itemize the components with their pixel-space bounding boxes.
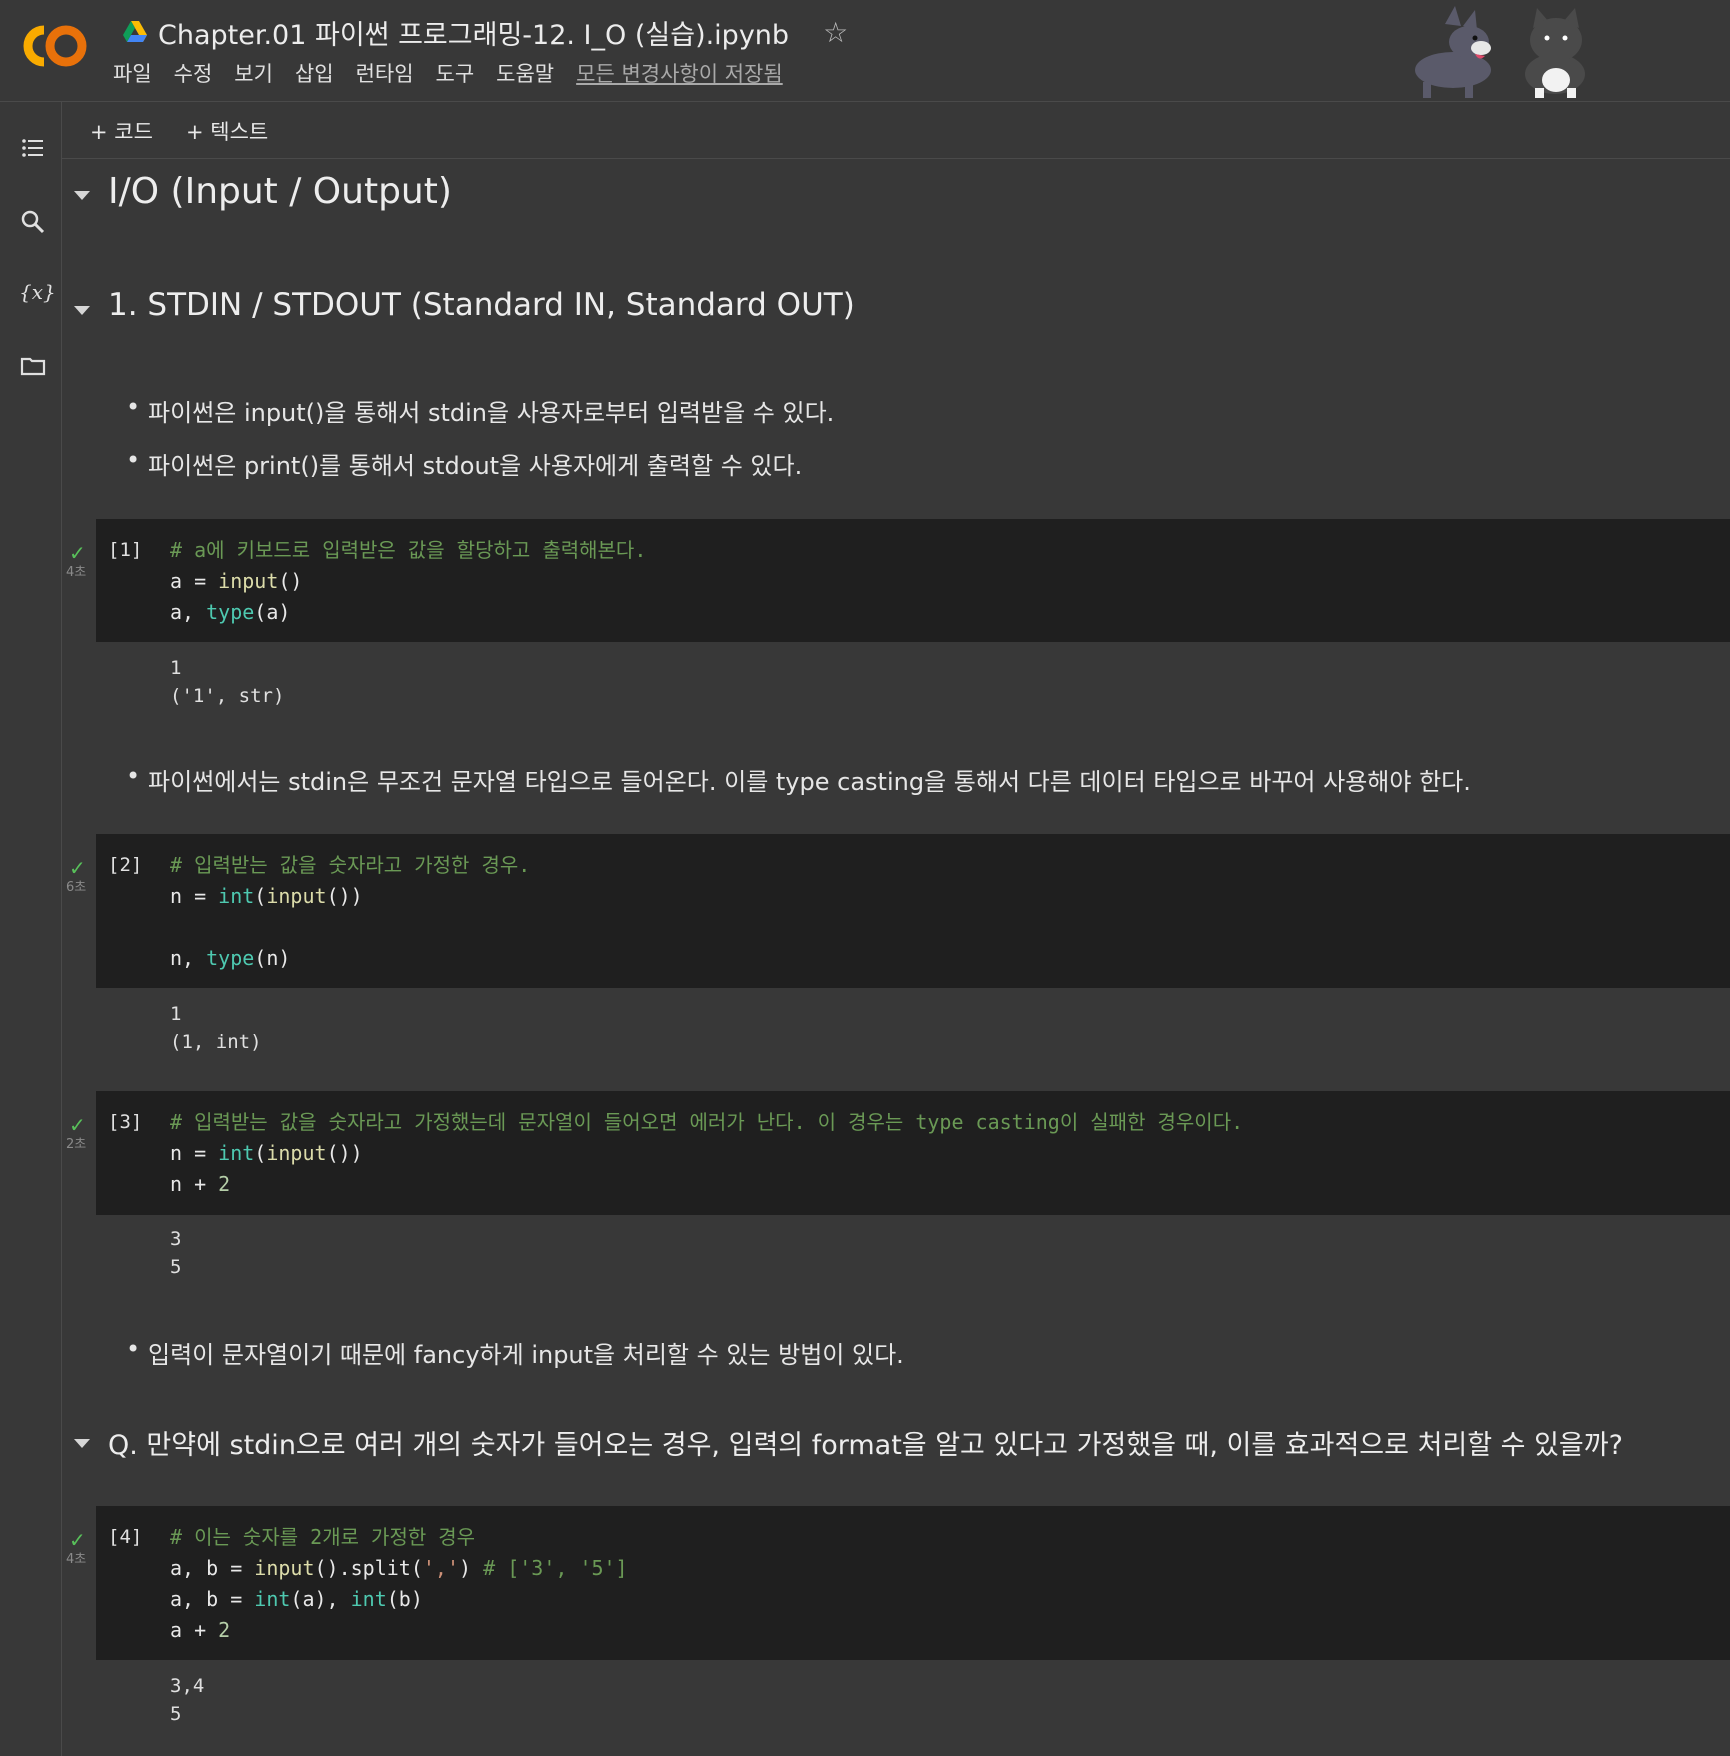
title-row: Chapter.01 파이썬 프로그래밍-12. I_O (실습).ipynb … bbox=[122, 12, 848, 52]
bullet-text: 파이썬에서는 stdin은 무조건 문자열 타입으로 들어온다. 이를 type… bbox=[126, 762, 1471, 797]
output-line: 3,4 bbox=[170, 1675, 205, 1697]
collapse-caret-icon[interactable] bbox=[74, 1439, 90, 1448]
add-text-button[interactable]: + 텍스트 bbox=[186, 116, 268, 146]
output-line: ('1', str) bbox=[170, 685, 285, 707]
section-heading: 1. STDIN / STDOUT (Standard IN, Standard… bbox=[108, 287, 855, 323]
variables-icon[interactable]: {x} bbox=[19, 280, 56, 308]
drive-icon bbox=[123, 21, 147, 42]
run-duration: 6초 bbox=[66, 880, 87, 895]
output-line: (1, int) bbox=[170, 1031, 262, 1053]
cell-output: 3 5 bbox=[170, 1225, 181, 1281]
folder-icon[interactable] bbox=[19, 352, 47, 380]
execution-count[interactable]: [3] bbox=[108, 1111, 142, 1133]
saved-status[interactable]: 모든 변경사항이 저장됨 bbox=[576, 58, 783, 88]
menu-runtime[interactable]: 런타임 bbox=[356, 58, 414, 88]
star-icon[interactable]: ☆ bbox=[823, 16, 848, 49]
code-editor[interactable]: # a에 키보드로 입력받은 값을 할당하고 출력해본다. a = input(… bbox=[170, 535, 646, 628]
run-duration: 4초 bbox=[66, 1552, 87, 1567]
code-comment: # 입력받는 값을 숫자라고 가정한 경우. bbox=[170, 853, 531, 877]
code-comment: # 이는 숫자를 2개로 가정한 경우 bbox=[170, 1525, 476, 1549]
add-code-button[interactable]: + 코드 bbox=[90, 116, 153, 146]
cell-toolbar: + 코드 + 텍스트 bbox=[62, 102, 1730, 159]
menu-view[interactable]: 보기 bbox=[234, 58, 273, 88]
collapse-caret-icon[interactable] bbox=[74, 191, 90, 200]
output-line: 5 bbox=[170, 1256, 182, 1278]
output-line: 1 bbox=[170, 657, 182, 679]
bullet-text: 파이썬은 print()를 통해서 stdout을 사용자에게 출력할 수 있다… bbox=[126, 446, 802, 481]
code-editor[interactable]: # 이는 숫자를 2개로 가정한 경우 a, b = input().split… bbox=[170, 1522, 628, 1646]
run-duration: 2초 bbox=[66, 1137, 87, 1152]
code-comment: # ['3', '5'] bbox=[483, 1556, 628, 1580]
execution-count[interactable]: [4] bbox=[108, 1526, 142, 1548]
search-icon[interactable] bbox=[19, 208, 47, 236]
code-cell[interactable]: ✓ 4초 [1] # a에 키보드로 입력받은 값을 할당하고 출력해본다. a… bbox=[66, 519, 1730, 642]
code-comment: # 입력받는 값을 숫자라고 가정했는데 문자열이 들어오면 에러가 난다. 이… bbox=[170, 1110, 1244, 1134]
menu-insert[interactable]: 삽입 bbox=[295, 58, 334, 88]
code-cell[interactable]: ✓ 4초 [4] # 이는 숫자를 2개로 가정한 경우 a, b = inpu… bbox=[66, 1506, 1730, 1660]
corgi-kitty-mascot bbox=[1415, 6, 1585, 98]
notebook-title[interactable]: Chapter.01 파이썬 프로그래밍-12. I_O (실습).ipynb bbox=[158, 13, 789, 52]
menu-edit[interactable]: 수정 bbox=[174, 58, 213, 88]
section-heading: Q. 만약에 stdin으로 여러 개의 숫자가 들어오는 경우, 입력의 fo… bbox=[108, 1430, 1623, 1461]
output-line: 1 bbox=[170, 1003, 182, 1025]
cell-output: 1 (1, int) bbox=[170, 1000, 262, 1056]
menu-file[interactable]: 파일 bbox=[113, 58, 152, 88]
code-editor[interactable]: # 입력받는 값을 숫자라고 가정한 경우. n = int(input()) … bbox=[170, 850, 530, 974]
collapse-caret-icon[interactable] bbox=[74, 306, 90, 315]
output-line: 5 bbox=[170, 1703, 182, 1725]
cell-output: 1 ('1', str) bbox=[170, 654, 284, 710]
output-line: 3 bbox=[170, 1228, 182, 1250]
code-cell[interactable]: ✓ 2초 [3] # 입력받는 값을 숫자라고 가정했는데 문자열이 들어오면 … bbox=[66, 1091, 1730, 1215]
colab-logo[interactable] bbox=[22, 24, 90, 68]
section-heading: I/O (Input / Output) bbox=[108, 171, 452, 212]
run-duration: 4초 bbox=[66, 565, 87, 580]
bullet-text: 입력이 문자열이기 때문에 fancy하게 input을 처리할 수 있는 방법… bbox=[126, 1335, 904, 1370]
cell-output: 3,4 5 bbox=[170, 1672, 204, 1728]
code-comment: # a에 키보드로 입력받은 값을 할당하고 출력해본다. bbox=[170, 538, 647, 562]
execution-count[interactable]: [2] bbox=[108, 854, 142, 876]
toc-icon[interactable] bbox=[19, 134, 47, 162]
bullet-text: 파이썬은 input()을 통해서 stdin을 사용자로부터 입력받을 수 있… bbox=[126, 393, 834, 428]
menu-tools[interactable]: 도구 bbox=[436, 58, 475, 88]
left-sidebar: {x} bbox=[0, 102, 62, 1756]
code-editor[interactable]: # 입력받는 값을 숫자라고 가정했는데 문자열이 들어오면 에러가 난다. 이… bbox=[170, 1107, 1243, 1200]
notebook-content: I/O (Input / Output) 1. STDIN / STDOUT (… bbox=[62, 159, 1730, 1756]
menu-help[interactable]: 도움말 bbox=[496, 58, 554, 88]
code-cell[interactable]: ✓ 6초 [2] # 입력받는 값을 숫자라고 가정한 경우. n = int(… bbox=[66, 834, 1730, 988]
menu-bar: 파일 수정 보기 삽입 런타임 도구 도움말 모든 변경사항이 저장됨 bbox=[113, 58, 805, 88]
app-header: Chapter.01 파이썬 프로그래밍-12. I_O (실습).ipynb … bbox=[0, 0, 1730, 102]
execution-count[interactable]: [1] bbox=[108, 539, 142, 561]
